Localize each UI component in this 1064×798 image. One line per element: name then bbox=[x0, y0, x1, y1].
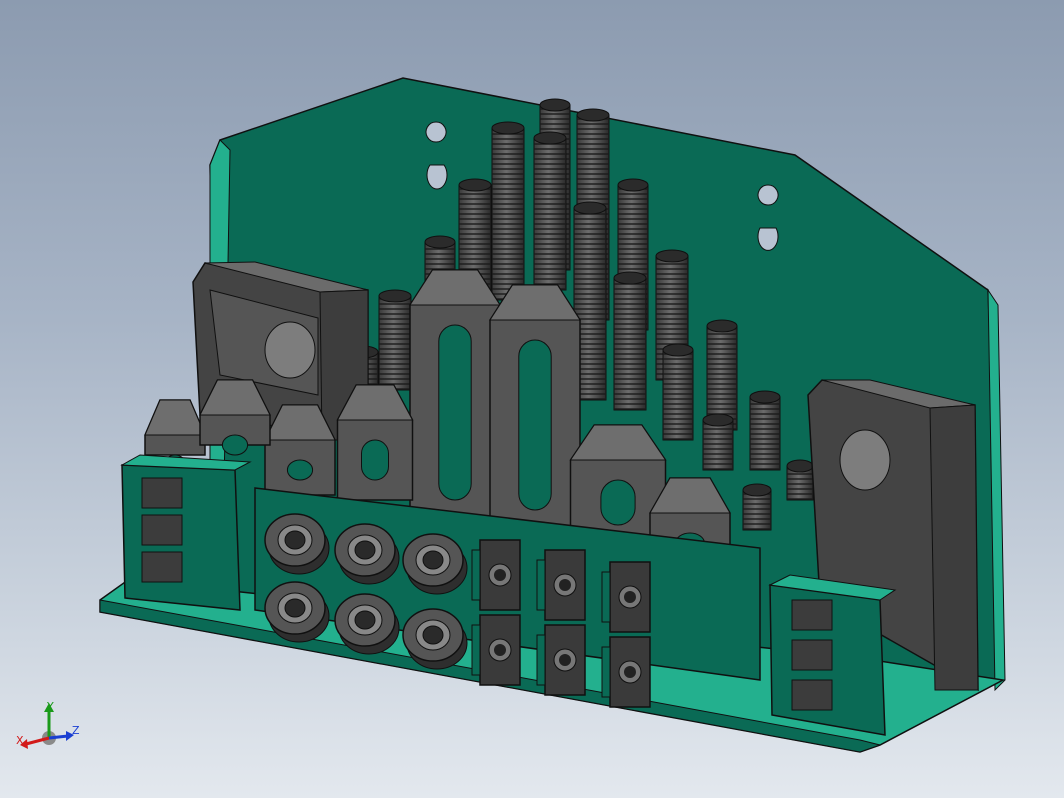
threaded-stud bbox=[786, 459, 814, 501]
slotted-clamp bbox=[489, 284, 581, 531]
coordinate-triad: Y X Z bbox=[16, 700, 80, 749]
threaded-stud bbox=[533, 131, 567, 291]
t-slot-nut bbox=[601, 636, 651, 708]
slotted-clamp bbox=[409, 269, 501, 521]
slotted-clamp bbox=[264, 404, 336, 496]
t-slot-nut bbox=[536, 549, 586, 621]
threaded-stud bbox=[662, 343, 694, 441]
threaded-stud bbox=[613, 271, 647, 411]
t-slot-nut bbox=[471, 614, 521, 686]
slotted-clamp bbox=[336, 384, 414, 501]
t-nut-holder-right bbox=[768, 574, 897, 736]
threaded-stud bbox=[378, 289, 412, 391]
cad-viewport[interactable]: Y X Z bbox=[0, 0, 1064, 798]
model-scene[interactable] bbox=[0, 0, 1064, 798]
threaded-stud bbox=[491, 121, 525, 301]
threaded-stud bbox=[706, 319, 738, 431]
t-slot-nut bbox=[471, 539, 521, 611]
z-axis-label: Z bbox=[72, 724, 80, 737]
y-axis-label: Y bbox=[46, 700, 54, 713]
z-axis-arrow bbox=[48, 734, 69, 740]
t-slot-nut bbox=[536, 624, 586, 696]
threaded-stud bbox=[742, 483, 772, 531]
threaded-stud bbox=[749, 390, 781, 471]
threaded-stud bbox=[702, 413, 734, 471]
x-axis-label: X bbox=[16, 734, 24, 747]
t-nut-holder-left bbox=[120, 454, 252, 611]
t-slot-nut bbox=[601, 561, 651, 633]
